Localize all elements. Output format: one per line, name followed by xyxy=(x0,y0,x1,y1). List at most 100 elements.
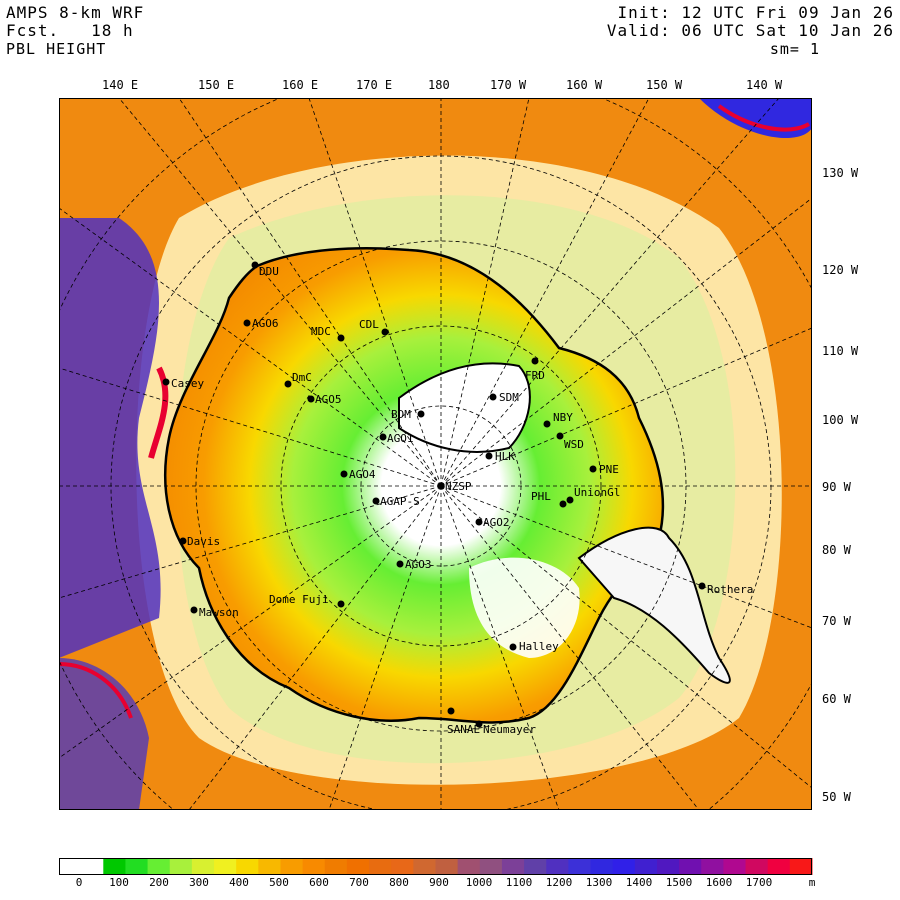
station-dot xyxy=(475,720,483,728)
lon-label-top: 170 E xyxy=(356,78,393,92)
colorbar-swatch xyxy=(656,858,680,875)
colorbar-swatch xyxy=(723,858,747,875)
colorbar-swatch xyxy=(391,858,414,875)
colorbar-swatch xyxy=(590,858,614,875)
station-label: CDL xyxy=(359,318,379,331)
station-label: NZSP xyxy=(445,480,472,493)
station-label: BDM xyxy=(391,408,411,421)
lon-label-right: 70 W xyxy=(822,614,851,628)
colorbar-swatch xyxy=(701,858,724,875)
station-label: AGO4 xyxy=(349,468,376,481)
station-dot xyxy=(509,643,517,651)
station-dot xyxy=(489,393,497,401)
colorbar-tick-label: 300 xyxy=(189,876,209,889)
lon-label-top: 160 W xyxy=(566,78,603,92)
station-dot xyxy=(190,606,198,614)
station-label: Dome Fuji xyxy=(269,593,329,606)
colorbar-swatch xyxy=(236,858,259,875)
station-dot xyxy=(179,537,187,545)
colorbar-swatch xyxy=(258,858,281,875)
colorbar-swatch xyxy=(280,858,304,875)
lon-label-top: 180 xyxy=(428,78,450,92)
lon-label-right: 60 W xyxy=(822,692,851,706)
station-dot xyxy=(566,496,574,504)
colorbar-swatch xyxy=(81,858,104,875)
colorbar-tick-label: 1400 xyxy=(625,876,653,889)
station-dot xyxy=(284,380,292,388)
station-dot xyxy=(243,319,251,327)
colorbar-tick-label: 100 xyxy=(109,876,129,889)
station-dot xyxy=(589,465,597,473)
station-label: DDU xyxy=(259,265,279,278)
station-label: PHL xyxy=(531,490,551,503)
station-dot xyxy=(340,470,348,478)
colorbar-unit: m xyxy=(808,876,816,889)
colorbar-tick-label: 700 xyxy=(349,876,369,889)
valid-time: Valid: 06 UTC Sat 10 Jan 26 xyxy=(606,21,894,40)
colorbar-swatch xyxy=(524,858,547,875)
station-label: SANAE xyxy=(447,723,480,736)
colorbar-swatch xyxy=(435,858,459,875)
colorbar-swatch xyxy=(169,858,193,875)
lon-label-top: 140 W xyxy=(746,78,783,92)
colorbar-swatch xyxy=(546,858,569,875)
colorbar-swatch xyxy=(103,858,126,875)
colorbar-tick-label: 1700 xyxy=(745,876,773,889)
station-label: Davis xyxy=(187,535,220,548)
station-dot xyxy=(437,482,445,490)
lon-label-top: 160 E xyxy=(282,78,319,92)
colorbar-swatch xyxy=(346,858,370,875)
station-label: PNE xyxy=(599,463,619,476)
station-label: AGO5 xyxy=(315,393,342,406)
station-label: DmC xyxy=(292,371,312,384)
lon-label-right: 100 W xyxy=(822,413,859,427)
colorbar-swatch xyxy=(634,858,658,875)
station-label: Neumayer xyxy=(483,723,536,736)
station-label: NBY xyxy=(553,411,573,424)
colorbar-tick-label: 1100 xyxy=(505,876,533,889)
forecast-hour: Fcst. 18 h xyxy=(6,22,134,40)
station-dot xyxy=(337,600,345,608)
colorbar-swatch xyxy=(767,858,791,875)
lon-label-top: 140 E xyxy=(102,78,139,92)
station-dot xyxy=(556,432,564,440)
field-name: PBL HEIGHT xyxy=(6,40,107,58)
colorbar-tick-label: 1500 xyxy=(665,876,693,889)
station-dot xyxy=(698,582,706,590)
station-dot xyxy=(381,328,389,336)
colorbar-swatch xyxy=(612,858,636,875)
colorbar-swatch xyxy=(745,858,769,875)
station-label: Mawson xyxy=(199,606,239,619)
station-dot xyxy=(379,433,387,441)
colorbar-swatch xyxy=(302,858,326,875)
station-dot xyxy=(417,410,425,418)
colorbar-swatch xyxy=(789,858,813,875)
lon-label-right: 110 W xyxy=(822,344,859,358)
station-dot xyxy=(447,707,455,715)
colorbar-swatch xyxy=(501,858,525,875)
forecast-label: Fcst. xyxy=(6,21,60,40)
lon-label-right: 50 W xyxy=(822,790,851,804)
lon-label-top: 150 W xyxy=(646,78,683,92)
colorbar-swatch xyxy=(479,858,503,875)
station-dot xyxy=(337,334,345,342)
station-label: AGO3 xyxy=(405,558,432,571)
station-label: AGO6 xyxy=(252,317,279,330)
colorbar-swatch xyxy=(191,858,215,875)
colorbar-tick-label: 400 xyxy=(229,876,249,889)
station-label: UnionGl xyxy=(574,486,620,499)
colorbar-tick-label: 1300 xyxy=(585,876,613,889)
colorbar-swatch xyxy=(147,858,171,875)
lon-label-right: 90 W xyxy=(822,480,851,494)
colorbar-tick-label: 1000 xyxy=(465,876,493,889)
colorbar-swatch xyxy=(679,858,702,875)
station-label: SDM xyxy=(499,391,519,404)
station-label: MDC xyxy=(311,325,331,338)
station-label: Halley xyxy=(519,640,559,653)
station-label: AGO2 xyxy=(483,516,510,529)
colorbar-swatch xyxy=(457,858,481,875)
station-dot xyxy=(531,357,539,365)
station-label: AGAP-S xyxy=(380,495,420,508)
colorbar xyxy=(59,858,813,875)
colorbar-swatch xyxy=(59,858,82,875)
